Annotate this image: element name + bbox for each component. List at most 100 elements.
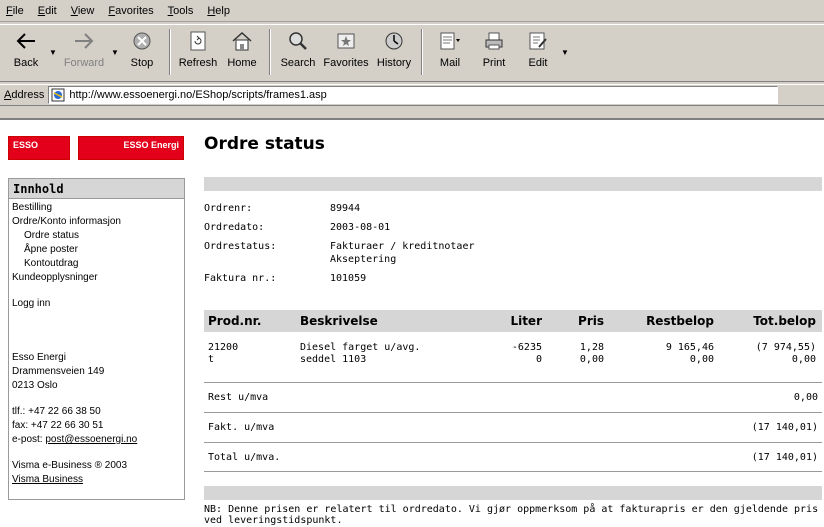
esso-logo[interactable]: ESSO ESSO Energi	[8, 136, 184, 160]
home-icon	[230, 29, 254, 53]
cell-pris: 0,00	[579, 354, 604, 365]
print-label: Print	[482, 57, 506, 69]
print-button[interactable]: Print	[472, 25, 516, 79]
sidebar-item-ordre-status[interactable]: Ordre status	[9, 229, 184, 243]
edit-icon	[526, 29, 550, 53]
search-label: Search	[280, 57, 316, 69]
ordrestatus-value-2: Akseptering	[330, 254, 397, 265]
email-link[interactable]: post@essoenergi.no	[45, 434, 137, 445]
favorites-label: Favorites	[323, 57, 369, 69]
sidebar-heading: Innhold	[9, 179, 184, 199]
menu-view[interactable]: View	[71, 5, 95, 17]
faktura-value: 101059	[330, 273, 367, 284]
refresh-label: Refresh	[178, 57, 218, 69]
address-label: Address	[4, 89, 45, 101]
sidebar-item-logg-inn[interactable]: Logg inn	[9, 297, 184, 311]
back-button[interactable]: Back	[4, 25, 48, 79]
address-url: http://www.essoenergi.no/EShop/scripts/f…	[69, 89, 327, 101]
email-prefix: e-post:	[12, 434, 46, 445]
ordrenr-value: 89944	[330, 203, 361, 214]
address-bar: Address http://www.essoenergi.no/EShop/s…	[0, 84, 824, 106]
company-email-line: e-post: post@essoenergi.no	[9, 433, 184, 447]
col-restbelop: Restbelop	[646, 314, 714, 328]
favorites-icon	[334, 29, 358, 53]
sidebar-item-kontoutdrag[interactable]: Kontoutdrag	[9, 257, 184, 271]
menu-favorites[interactable]: Favorites	[108, 5, 153, 17]
visma-business-link[interactable]: Visma Business	[9, 473, 184, 487]
faktura-label: Faktura nr.:	[204, 273, 277, 284]
sidebar-item-apne-poster[interactable]: Åpne poster	[9, 243, 184, 257]
cell-totbelop: (7 974,55)	[755, 342, 816, 353]
ordrenr-label: Ordrenr:	[204, 203, 253, 214]
search-icon	[286, 29, 310, 53]
address-input[interactable]: http://www.essoenergi.no/EShop/scripts/f…	[48, 86, 779, 104]
forward-label: Forward	[63, 57, 105, 69]
sidebar-item-bestilling[interactable]: Bestilling	[9, 201, 184, 215]
home-button[interactable]: Home	[220, 25, 264, 79]
edit-button[interactable]: Edit	[516, 25, 560, 79]
mail-label: Mail	[439, 57, 461, 69]
menu-edit[interactable]: Edit	[38, 5, 57, 17]
edit-label: Edit	[528, 57, 548, 69]
menu-tools[interactable]: Tools	[168, 5, 194, 17]
history-button[interactable]: History	[372, 25, 416, 79]
cell-prodnr: t	[208, 354, 215, 365]
sidebar: Innhold Bestilling Ordre/Konto informasj…	[8, 178, 185, 500]
esso-logo-left: ESSO	[8, 136, 70, 160]
history-label: History	[376, 57, 412, 69]
menu-file[interactable]: File	[6, 5, 24, 17]
menu-help[interactable]: Help	[207, 5, 230, 17]
cell-restbelop: 9 165,46	[665, 342, 714, 353]
price-note: NB: Denne prisen er relatert til ordreda…	[204, 504, 819, 526]
toolbar-separator	[269, 29, 271, 75]
forward-arrow-icon	[72, 29, 96, 53]
cell-prodnr: 21200	[208, 342, 239, 353]
stop-icon	[130, 29, 154, 53]
refresh-button[interactable]: Refresh	[176, 25, 220, 79]
edit-dropdown-icon[interactable]: ▼	[560, 25, 570, 79]
order-info: Ordrenr: 89944 Ordredato: 2003-08-01 Ordre…	[204, 202, 630, 285]
esso-logo-right: ESSO Energi	[78, 136, 184, 160]
company-fax: fax: +47 22 66 30 51	[12, 420, 104, 431]
col-beskrivelse: Beskrivelse	[300, 314, 378, 328]
summary-total-label: Total u/mva.	[208, 451, 281, 463]
ordredato-value: 2003-08-01	[330, 222, 391, 233]
table-header: Prod.nr. Beskrivelse Liter Pris Restbelo…	[204, 310, 822, 332]
table-row: 21200 Diesel farget u/avg. -6235 1,28 9 …	[204, 342, 822, 354]
sidebar-item-ordre-konto[interactable]: Ordre/Konto informasjon	[9, 215, 184, 229]
summary-rest: Rest u/mva 0,00	[204, 382, 822, 412]
summary-rest-label: Rest u/mva	[208, 392, 269, 403]
header-divider-bar	[204, 177, 822, 191]
col-liter: Liter	[510, 314, 542, 328]
stop-button[interactable]: Stop	[120, 25, 164, 79]
company-name: Esso Energi	[12, 352, 66, 363]
stop-label: Stop	[130, 57, 154, 69]
refresh-icon	[186, 29, 210, 53]
history-icon	[382, 29, 406, 53]
sidebar-item-kundeopplysninger[interactable]: Kundeopplysninger	[9, 271, 184, 285]
web-page: ESSO ESSO Energi Innhold Bestilling Ordr…	[0, 120, 824, 527]
mail-button[interactable]: Mail	[428, 25, 472, 79]
chrome-bottom-edge	[0, 110, 824, 120]
cell-liter: -6235	[511, 342, 542, 353]
summary-fakt-label: Fakt. u/mva	[208, 422, 275, 433]
summary-fakt: Fakt. u/mva (17 140,01)	[204, 412, 822, 442]
summary-total-value: (17 140,01)	[751, 451, 818, 463]
cell-liter: 0	[535, 354, 542, 365]
cell-beskrivelse: seddel 1103	[300, 354, 367, 365]
mail-icon	[438, 29, 462, 53]
toolbar: Back ▼ Forward ▼ Stop Refresh Home Searc…	[0, 24, 824, 82]
home-label: Home	[227, 57, 257, 69]
forward-dropdown-icon[interactable]: ▼	[110, 25, 120, 79]
order-lines-table: Prod.nr. Beskrivelse Liter Pris Restbelo…	[204, 310, 822, 366]
favorites-button[interactable]: Favorites	[320, 25, 372, 79]
col-pris: Pris	[578, 314, 604, 328]
search-button[interactable]: Search	[276, 25, 320, 79]
browser-chrome: File Edit View Favorites Tools Help Back…	[0, 0, 824, 120]
toolbar-separator	[421, 29, 423, 75]
col-prodnr: Prod.nr.	[208, 314, 262, 328]
col-totbelop: Tot.belop	[753, 314, 816, 328]
forward-button[interactable]: Forward	[58, 25, 110, 79]
back-dropdown-icon[interactable]: ▼	[48, 25, 58, 79]
copyright: Visma e-Business ® 2003	[12, 460, 128, 471]
